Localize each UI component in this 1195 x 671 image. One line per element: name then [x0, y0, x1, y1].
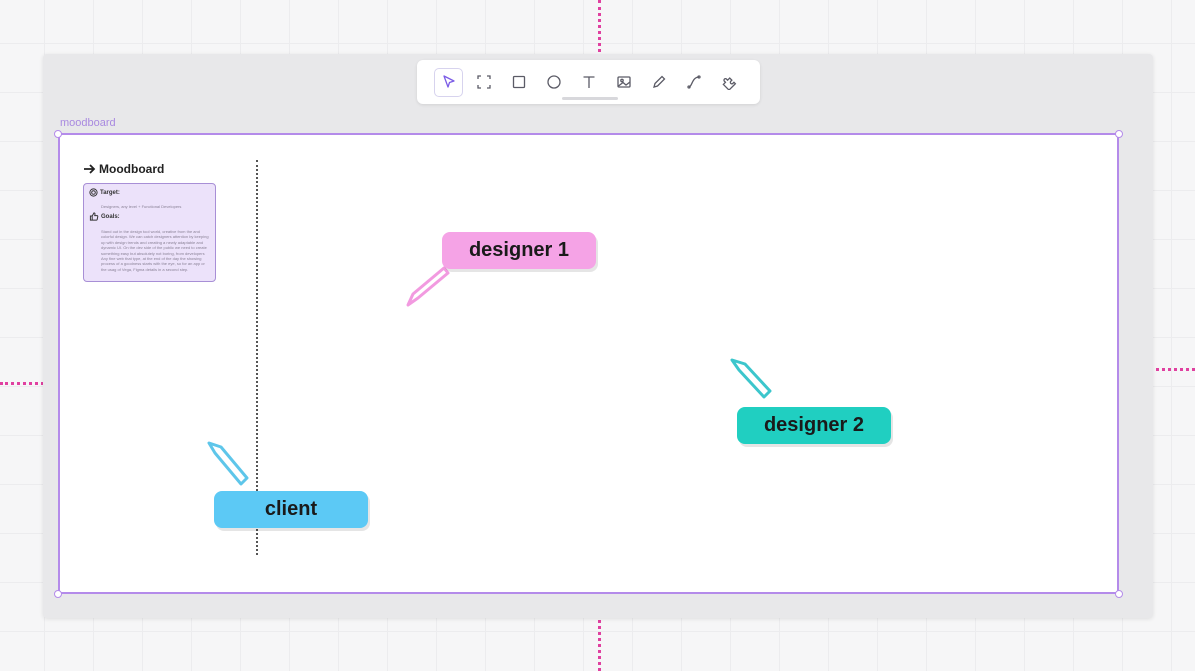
target-text: Designers, any level + Functional Develo… — [101, 204, 182, 209]
target-label: Target: — [89, 188, 120, 197]
rectangle-icon — [512, 75, 525, 89]
pen-tool-button[interactable] — [644, 68, 673, 97]
resize-handle-top-right[interactable] — [1115, 130, 1123, 138]
frame-icon — [476, 75, 491, 89]
designer-1-cursor-icon — [406, 266, 450, 307]
moodboard-title: Moodboard — [99, 162, 165, 176]
goals-label: Goals: — [89, 212, 120, 221]
rectangle-tool-button[interactable] — [504, 68, 533, 97]
puzzle-icon — [721, 77, 736, 90]
text-icon — [583, 76, 594, 88]
ellipse-icon — [546, 75, 561, 89]
pen-icon — [652, 75, 665, 88]
cursor-icon — [442, 75, 455, 88]
toolbar-drag-handle[interactable] — [562, 97, 618, 100]
designer-1-tag: designer 1 — [442, 232, 596, 269]
connector-tool-button[interactable] — [679, 68, 708, 97]
image-tool-button[interactable] — [609, 68, 638, 97]
ellipse-tool-button[interactable] — [539, 68, 568, 97]
designer-2-cursor-icon — [730, 358, 772, 399]
text-tool-button[interactable] — [574, 68, 603, 97]
designer-2-tag: designer 2 — [737, 407, 891, 444]
brief-card[interactable]: Target: Designers, any level + Functiona… — [83, 183, 216, 282]
goals-text: Stand out in the design tool world, crea… — [101, 229, 209, 272]
select-tool-button[interactable] — [434, 67, 463, 97]
target-icon — [89, 188, 98, 197]
resize-handle-bottom-right[interactable] — [1115, 590, 1123, 598]
resize-handle-top-left[interactable] — [54, 130, 62, 138]
thumbs-up-icon — [89, 212, 99, 221]
client-tag: client — [214, 491, 368, 528]
arrow-right-icon — [84, 164, 96, 174]
connector-icon — [686, 75, 701, 89]
frame-tool-button[interactable] — [469, 68, 498, 97]
frame-label[interactable]: moodboard — [60, 117, 116, 129]
client-cursor-icon — [207, 441, 249, 486]
plugin-tool-button[interactable] — [714, 68, 743, 97]
image-icon — [616, 76, 631, 88]
moodboard-heading: Moodboard — [83, 162, 164, 176]
resize-handle-bottom-left[interactable] — [54, 590, 62, 598]
